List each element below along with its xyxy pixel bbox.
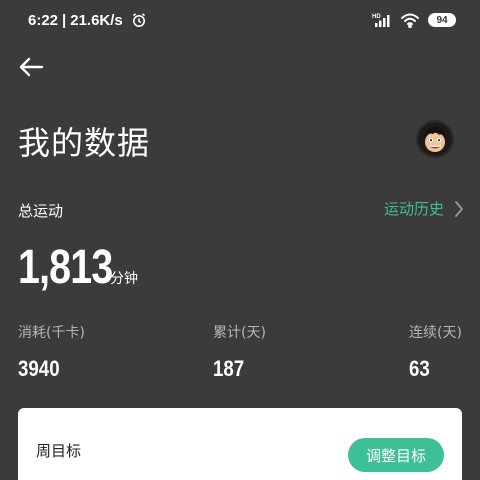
status-bar: 6:22 | 21.6K/s HD 94 (0, 0, 480, 40)
total-minutes: 1,813 分钟 (18, 240, 138, 295)
total-minutes-value: 1,813 (18, 241, 113, 294)
stat-total-days-value: 187 (213, 356, 245, 381)
back-button[interactable] (14, 52, 48, 82)
svg-text:HD: HD (372, 14, 381, 20)
wifi-icon (400, 12, 420, 28)
network-speed: 21.6K/s (70, 11, 123, 29)
stat-calories-value: 3940 (18, 356, 60, 381)
total-exercise-label: 总运动 (18, 202, 64, 220)
status-time: 6:22 (28, 11, 59, 29)
exercise-history-label: 运动历史 (383, 200, 444, 218)
weekly-goal-card: 周目标 调整目标 (18, 408, 462, 480)
stat-calories-label: 消耗(千卡) (18, 325, 85, 341)
stat-total-days-label: 累计(天) (213, 325, 266, 341)
back-arrow-icon (17, 56, 45, 78)
stat-streak-days-label: 连续(天) (409, 325, 462, 341)
hd-signal-icon: HD (372, 12, 392, 28)
adjust-goal-button[interactable]: 调整目标 (348, 438, 444, 472)
weekly-goal-title: 周目标 (36, 442, 82, 460)
stat-streak-days: 连续(天) 63 (409, 322, 462, 382)
status-left: 6:22 | 21.6K/s (28, 12, 147, 29)
battery-icon: 94 (428, 13, 456, 27)
alarm-icon (131, 12, 147, 28)
chevron-right-icon (454, 200, 464, 218)
stat-calories: 消耗(千卡) 3940 (18, 322, 85, 382)
stat-streak-days-value: 63 (409, 356, 430, 381)
status-separator: | (62, 11, 67, 29)
page-title: 我的数据 (18, 124, 151, 162)
user-avatar[interactable] (418, 122, 452, 156)
exercise-history-link[interactable]: 运动历史 (384, 198, 464, 219)
stat-total-days: 累计(天) 187 (213, 322, 266, 382)
status-right: HD 94 (372, 12, 456, 28)
total-minutes-unit: 分钟 (110, 271, 138, 287)
